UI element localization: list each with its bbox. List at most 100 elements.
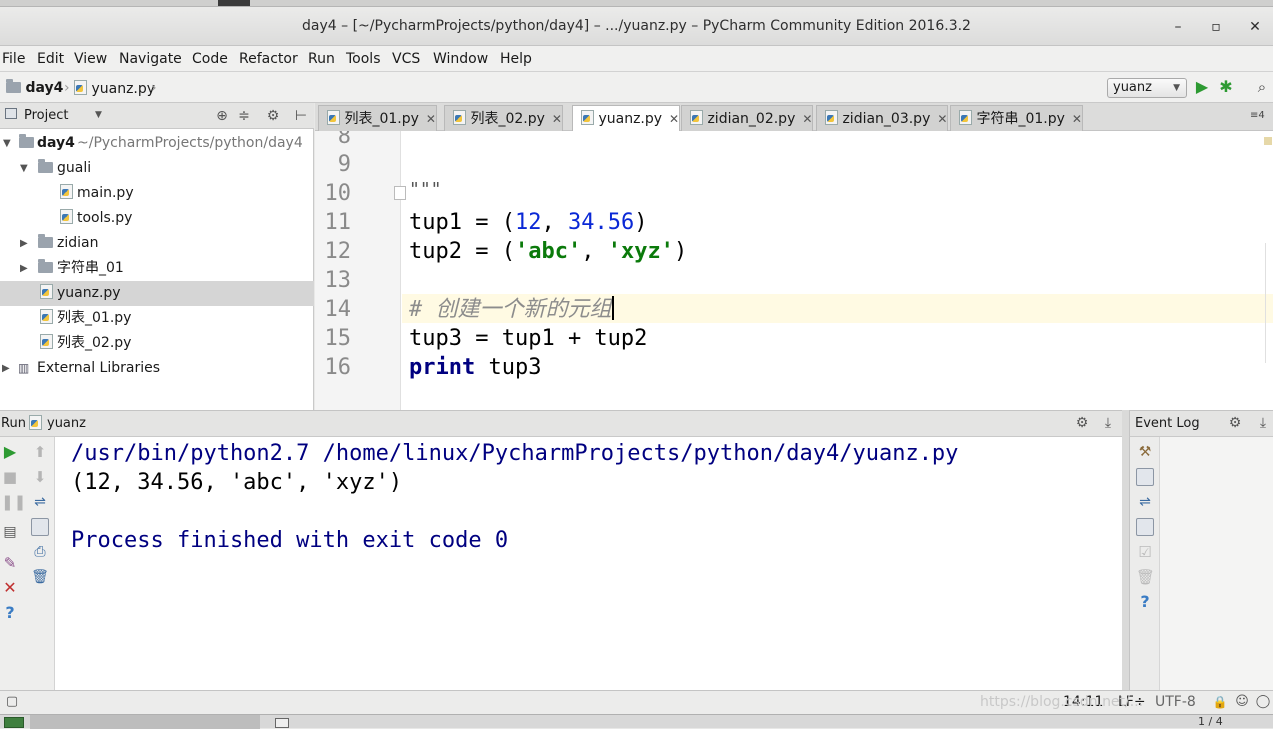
code-editor[interactable]: 8 9 10 11 12 13 14 15 16 """ tup1 = (12,… [315, 131, 1273, 410]
settings-tool-icon[interactable]: ⚒ [1136, 443, 1154, 461]
print-icon[interactable]: ⎙ [31, 543, 49, 561]
chevron-right-icon[interactable]: ▶ [20, 231, 28, 256]
code-token-keyword: print [409, 355, 476, 380]
tree-item-zifuchuan[interactable]: ▶ 字符串_01 [0, 256, 314, 281]
editor-scrollbar[interactable] [1265, 243, 1272, 363]
tab-zifuchuan-01[interactable]: 字符串_01.py ✕ [950, 105, 1083, 131]
lock-icon[interactable]: 🔒 [1211, 693, 1229, 711]
stop-icon[interactable]: ■ [1, 468, 19, 486]
gear-icon[interactable]: ⚙ [1073, 414, 1091, 432]
inspection-marker[interactable] [1264, 137, 1272, 145]
trash-icon[interactable]: 🗑 [31, 568, 49, 586]
help-icon[interactable]: ? [1136, 593, 1154, 611]
debug-icon[interactable]: ✱ [1217, 78, 1235, 96]
menu-run[interactable]: Run [308, 51, 335, 67]
run-configuration-select[interactable]: yuanz ▼ [1107, 78, 1187, 98]
code-token-number: 34.56 [567, 210, 635, 235]
run-icon[interactable]: ▶ [1193, 78, 1211, 96]
scroll-to-end-icon[interactable] [1136, 518, 1154, 536]
restore-layout-icon[interactable]: ▤ [1, 523, 19, 541]
menu-file[interactable]: File [2, 51, 25, 67]
line-number: 11 [324, 210, 352, 235]
tree-root[interactable]: ▼ day4 ~/PycharmProjects/python/day4 [0, 131, 314, 156]
close-icon[interactable]: ✕ [669, 112, 679, 126]
chevron-right-icon[interactable]: ▶ [20, 256, 28, 281]
close-icon[interactable]: ✕ [426, 112, 436, 126]
file-encoding[interactable]: UTF-8 [1155, 694, 1196, 710]
breadcrumb-file[interactable]: yuanz.py [74, 80, 155, 97]
collapse-all-icon[interactable]: ≑ [235, 107, 253, 125]
balloon-icon[interactable] [1136, 468, 1154, 486]
menu-view[interactable]: View [74, 51, 107, 67]
tab-zidian-03[interactable]: zidian_03.py ✕ [816, 105, 949, 131]
close-icon[interactable]: ✕ [1072, 112, 1082, 126]
line-number: 10 [324, 181, 352, 206]
scroll-to-end-icon[interactable] [31, 518, 49, 536]
scroll-from-source-icon[interactable]: ⊕ [213, 107, 231, 125]
pause-icon[interactable]: ❚❚ [1, 493, 26, 511]
menu-help[interactable]: Help [500, 51, 532, 67]
tab-overflow-indicator[interactable]: ≡4 [1250, 110, 1265, 121]
search-icon[interactable]: ⌕ [1253, 78, 1271, 96]
soft-wrap-icon[interactable]: ⇌ [31, 493, 49, 511]
tab-liebiao-01[interactable]: 列表_01.py ✕ [318, 105, 437, 131]
tab-liebiao-02[interactable]: 列表_02.py ✕ [444, 105, 563, 131]
library-icon: ▥ [18, 361, 30, 375]
maximize-button[interactable]: ▫ [1206, 17, 1226, 37]
close-icon[interactable]: ✕ [937, 112, 947, 126]
chevron-down-icon[interactable]: ▼ [95, 110, 102, 120]
taskbar-window-button[interactable] [30, 715, 260, 729]
tree-item-external-libraries[interactable]: ▶ ▥ External Libraries [0, 356, 314, 381]
tool-window-toggle-icon[interactable]: ▢ [3, 693, 21, 711]
close-button[interactable]: ✕ [1245, 17, 1265, 37]
menu-window[interactable]: Window [433, 51, 488, 67]
panel-splitter[interactable] [1122, 410, 1129, 690]
fold-marker-icon[interactable] [394, 186, 406, 200]
menu-refactor[interactable]: Refactor [239, 51, 298, 67]
chevron-down-icon[interactable]: ▼ [20, 156, 28, 181]
minimize-button[interactable]: – [1168, 17, 1188, 37]
code-token: tup2 = ( [409, 239, 515, 264]
menu-tools[interactable]: Tools [346, 51, 381, 67]
menu-vcs[interactable]: VCS [392, 51, 420, 67]
trash-icon[interactable]: 🗑 [1136, 568, 1155, 586]
inspector-icon[interactable]: ☺ [1233, 693, 1251, 711]
workspace-pager[interactable]: 1 / 4 [1198, 715, 1223, 728]
breadcrumb-folder[interactable]: day4 [6, 79, 63, 96]
rerun-icon[interactable]: ▶ [1, 443, 19, 461]
hide-panel-icon[interactable]: ⊢ [292, 107, 310, 125]
tree-item-tools-py[interactable]: tools.py [0, 206, 314, 231]
tree-item-zidian[interactable]: ▶ zidian [0, 231, 314, 256]
up-arrow-icon[interactable]: ⬆ [31, 443, 49, 461]
tab-zidian-02[interactable]: zidian_02.py ✕ [681, 105, 814, 131]
pin-icon[interactable]: ✎ [1, 554, 19, 572]
hide-panel-icon[interactable]: ⤓ [1099, 414, 1117, 432]
tree-item-main-py[interactable]: main.py [0, 181, 314, 206]
gear-icon[interactable]: ⚙ [264, 107, 282, 125]
help-icon[interactable]: ? [1, 604, 19, 622]
close-icon[interactable]: ✕ [802, 112, 812, 126]
tree-item-liebiao-02[interactable]: 列表_02.py [0, 331, 314, 356]
chevron-right-icon[interactable]: ▶ [2, 356, 10, 381]
tree-item-guali[interactable]: ▼ guali [0, 156, 314, 181]
soft-wrap-icon[interactable]: ⇌ [1136, 493, 1154, 511]
menu-edit[interactable]: Edit [37, 51, 64, 67]
terminal-app-icon[interactable] [4, 717, 24, 728]
down-arrow-icon[interactable]: ⬇ [31, 468, 49, 486]
menu-navigate[interactable]: Navigate [119, 51, 182, 67]
tab-yuanz-py[interactable]: yuanz.py ✕ [572, 105, 681, 132]
project-view-select[interactable]: Project [24, 108, 68, 123]
close-icon[interactable]: ✕ [552, 112, 562, 126]
tree-item-yuanz-py[interactable]: yuanz.py [0, 281, 314, 306]
window-app-icon[interactable] [275, 718, 289, 728]
close-icon[interactable]: ✕ [1, 579, 19, 597]
gear-icon[interactable]: ⚙ [1226, 414, 1244, 432]
python-file-icon [60, 209, 73, 224]
hide-panel-icon[interactable]: ⤓ [1254, 414, 1272, 432]
mark-read-icon[interactable]: ☑ [1136, 543, 1154, 561]
chevron-down-icon[interactable]: ▼ [3, 131, 11, 156]
event-icon[interactable]: ◯ [1254, 693, 1272, 711]
menu-code[interactable]: Code [192, 51, 228, 67]
run-console[interactable]: /usr/bin/python2.7 /home/linux/PycharmPr… [55, 437, 1122, 690]
tree-item-liebiao-01[interactable]: 列表_01.py [0, 306, 314, 331]
